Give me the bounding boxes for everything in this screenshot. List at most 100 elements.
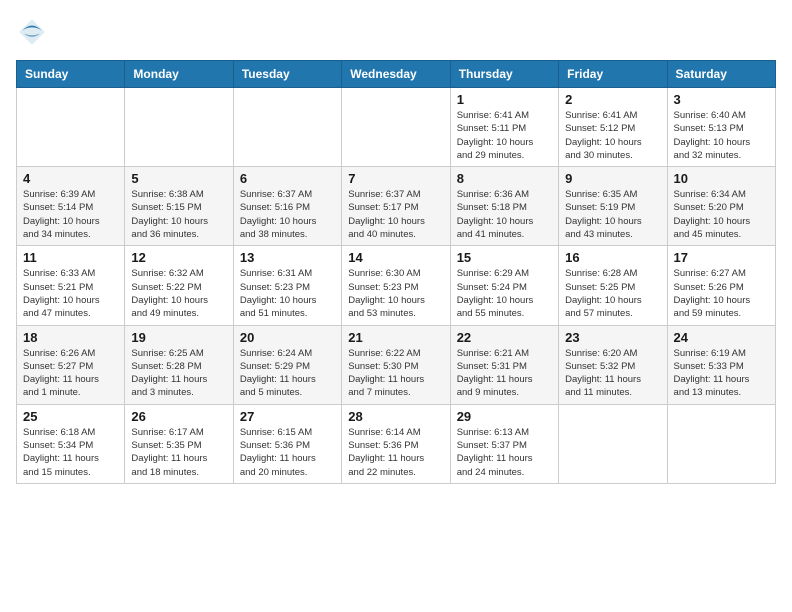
calendar-header-row: SundayMondayTuesdayWednesdayThursdayFrid… (17, 61, 776, 88)
weekday-header: Wednesday (342, 61, 450, 88)
calendar-cell: 22 Sunrise: 6:21 AM Sunset: 5:31 PM Dayli… (450, 325, 558, 404)
calendar-week-row: 4 Sunrise: 6:39 AM Sunset: 5:14 PM Daylig… (17, 167, 776, 246)
day-info: Sunrise: 6:18 AM Sunset: 5:34 PM Dayligh… (23, 426, 118, 479)
calendar-cell: 23 Sunrise: 6:20 AM Sunset: 5:32 PM Dayli… (559, 325, 667, 404)
day-number: 29 (457, 409, 552, 424)
calendar-week-row: 18 Sunrise: 6:26 AM Sunset: 5:27 PM Dayli… (17, 325, 776, 404)
day-number: 15 (457, 250, 552, 265)
day-info: Sunrise: 6:19 AM Sunset: 5:33 PM Dayligh… (674, 347, 769, 400)
calendar-cell (667, 404, 775, 483)
calendar-cell: 14 Sunrise: 6:30 AM Sunset: 5:23 PM Dayli… (342, 246, 450, 325)
day-number: 16 (565, 250, 660, 265)
page-header (16, 16, 776, 48)
day-number: 10 (674, 171, 769, 186)
calendar-cell: 15 Sunrise: 6:29 AM Sunset: 5:24 PM Dayli… (450, 246, 558, 325)
day-number: 28 (348, 409, 443, 424)
calendar-cell (17, 88, 125, 167)
calendar-cell: 12 Sunrise: 6:32 AM Sunset: 5:22 PM Dayli… (125, 246, 233, 325)
calendar-cell: 3Sunrise: 6:40 AM Sunset: 5:13 PM Daylig… (667, 88, 775, 167)
day-info: Sunrise: 6:40 AM Sunset: 5:13 PM Dayligh… (674, 109, 769, 162)
day-info: Sunrise: 6:20 AM Sunset: 5:32 PM Dayligh… (565, 347, 660, 400)
day-info: Sunrise: 6:30 AM Sunset: 5:23 PM Dayligh… (348, 267, 443, 320)
day-info: Sunrise: 6:32 AM Sunset: 5:22 PM Dayligh… (131, 267, 226, 320)
calendar-cell (559, 404, 667, 483)
day-number: 9 (565, 171, 660, 186)
day-number: 23 (565, 330, 660, 345)
calendar-cell: 13 Sunrise: 6:31 AM Sunset: 5:23 PM Dayli… (233, 246, 341, 325)
calendar-week-row: 25 Sunrise: 6:18 AM Sunset: 5:34 PM Dayli… (17, 404, 776, 483)
logo (16, 16, 54, 48)
day-info: Sunrise: 6:13 AM Sunset: 5:37 PM Dayligh… (457, 426, 552, 479)
calendar-cell: 6 Sunrise: 6:37 AM Sunset: 5:16 PM Daylig… (233, 167, 341, 246)
day-info: Sunrise: 6:39 AM Sunset: 5:14 PM Dayligh… (23, 188, 118, 241)
day-info: Sunrise: 6:38 AM Sunset: 5:15 PM Dayligh… (131, 188, 226, 241)
calendar-cell (342, 88, 450, 167)
weekday-header: Thursday (450, 61, 558, 88)
day-info: Sunrise: 6:35 AM Sunset: 5:19 PM Dayligh… (565, 188, 660, 241)
day-info: Sunrise: 6:24 AM Sunset: 5:29 PM Dayligh… (240, 347, 335, 400)
weekday-header: Sunday (17, 61, 125, 88)
calendar-cell: 27 Sunrise: 6:15 AM Sunset: 5:36 PM Dayli… (233, 404, 341, 483)
day-info: Sunrise: 6:37 AM Sunset: 5:17 PM Dayligh… (348, 188, 443, 241)
day-number: 8 (457, 171, 552, 186)
day-info: Sunrise: 6:36 AM Sunset: 5:18 PM Dayligh… (457, 188, 552, 241)
day-info: Sunrise: 6:14 AM Sunset: 5:36 PM Dayligh… (348, 426, 443, 479)
day-number: 22 (457, 330, 552, 345)
day-number: 19 (131, 330, 226, 345)
day-info: Sunrise: 6:31 AM Sunset: 5:23 PM Dayligh… (240, 267, 335, 320)
day-number: 17 (674, 250, 769, 265)
day-info: Sunrise: 6:33 AM Sunset: 5:21 PM Dayligh… (23, 267, 118, 320)
calendar-cell: 10 Sunrise: 6:34 AM Sunset: 5:20 PM Dayli… (667, 167, 775, 246)
day-number: 12 (131, 250, 226, 265)
day-number: 27 (240, 409, 335, 424)
day-info: Sunrise: 6:17 AM Sunset: 5:35 PM Dayligh… (131, 426, 226, 479)
day-info: Sunrise: 6:26 AM Sunset: 5:27 PM Dayligh… (23, 347, 118, 400)
calendar: SundayMondayTuesdayWednesdayThursdayFrid… (16, 60, 776, 484)
day-info: Sunrise: 6:21 AM Sunset: 5:31 PM Dayligh… (457, 347, 552, 400)
day-number: 6 (240, 171, 335, 186)
day-info: Sunrise: 6:25 AM Sunset: 5:28 PM Dayligh… (131, 347, 226, 400)
day-number: 2 (565, 92, 660, 107)
calendar-cell: 18 Sunrise: 6:26 AM Sunset: 5:27 PM Dayli… (17, 325, 125, 404)
day-number: 1 (457, 92, 552, 107)
day-info: Sunrise: 6:41 AM Sunset: 5:11 PM Dayligh… (457, 109, 552, 162)
day-info: Sunrise: 6:27 AM Sunset: 5:26 PM Dayligh… (674, 267, 769, 320)
day-number: 18 (23, 330, 118, 345)
day-number: 21 (348, 330, 443, 345)
calendar-cell: 7 Sunrise: 6:37 AM Sunset: 5:17 PM Daylig… (342, 167, 450, 246)
calendar-cell: 24 Sunrise: 6:19 AM Sunset: 5:33 PM Dayli… (667, 325, 775, 404)
calendar-cell: 11 Sunrise: 6:33 AM Sunset: 5:21 PM Dayli… (17, 246, 125, 325)
day-info: Sunrise: 6:15 AM Sunset: 5:36 PM Dayligh… (240, 426, 335, 479)
calendar-cell: 5 Sunrise: 6:38 AM Sunset: 5:15 PM Daylig… (125, 167, 233, 246)
calendar-cell: 17 Sunrise: 6:27 AM Sunset: 5:26 PM Dayli… (667, 246, 775, 325)
calendar-cell: 4 Sunrise: 6:39 AM Sunset: 5:14 PM Daylig… (17, 167, 125, 246)
day-info: Sunrise: 6:29 AM Sunset: 5:24 PM Dayligh… (457, 267, 552, 320)
calendar-cell: 1 Sunrise: 6:41 AM Sunset: 5:11 PM Daylig… (450, 88, 558, 167)
day-info: Sunrise: 6:34 AM Sunset: 5:20 PM Dayligh… (674, 188, 769, 241)
calendar-cell: 16 Sunrise: 6:28 AM Sunset: 5:25 PM Dayli… (559, 246, 667, 325)
day-number: 25 (23, 409, 118, 424)
calendar-cell: 21 Sunrise: 6:22 AM Sunset: 5:30 PM Dayli… (342, 325, 450, 404)
day-info: Sunrise: 6:28 AM Sunset: 5:25 PM Dayligh… (565, 267, 660, 320)
day-info: Sunrise: 6:22 AM Sunset: 5:30 PM Dayligh… (348, 347, 443, 400)
calendar-cell (125, 88, 233, 167)
day-number: 13 (240, 250, 335, 265)
day-number: 4 (23, 171, 118, 186)
weekday-header: Saturday (667, 61, 775, 88)
calendar-cell: 9 Sunrise: 6:35 AM Sunset: 5:19 PM Daylig… (559, 167, 667, 246)
weekday-header: Friday (559, 61, 667, 88)
calendar-cell: 2 Sunrise: 6:41 AM Sunset: 5:12 PM Daylig… (559, 88, 667, 167)
weekday-header: Tuesday (233, 61, 341, 88)
logo-icon (16, 16, 48, 48)
day-info: Sunrise: 6:41 AM Sunset: 5:12 PM Dayligh… (565, 109, 660, 162)
calendar-cell: 8 Sunrise: 6:36 AM Sunset: 5:18 PM Daylig… (450, 167, 558, 246)
day-number: 26 (131, 409, 226, 424)
day-info: Sunrise: 6:37 AM Sunset: 5:16 PM Dayligh… (240, 188, 335, 241)
calendar-cell (233, 88, 341, 167)
day-number: 11 (23, 250, 118, 265)
day-number: 14 (348, 250, 443, 265)
day-number: 7 (348, 171, 443, 186)
day-number: 24 (674, 330, 769, 345)
calendar-cell: 20Sunrise: 6:24 AM Sunset: 5:29 PM Dayli… (233, 325, 341, 404)
day-number: 5 (131, 171, 226, 186)
